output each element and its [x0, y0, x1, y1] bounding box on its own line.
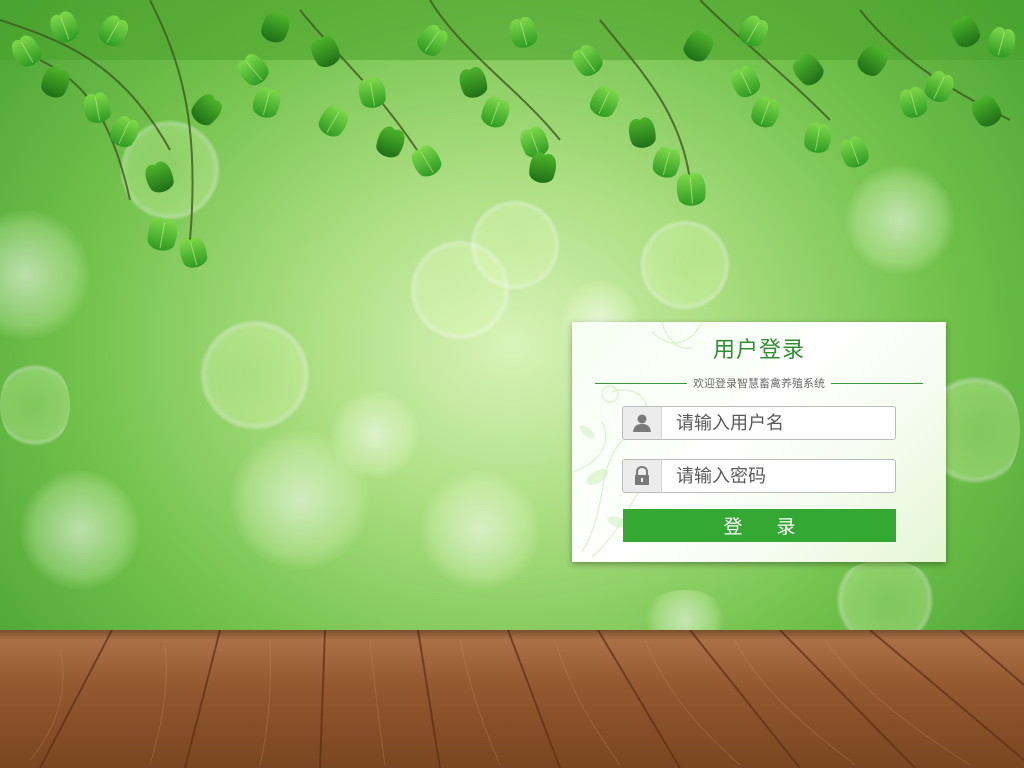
password-input[interactable] — [662, 461, 895, 491]
login-screen: 用户登录 欢迎登录智慧畜禽养殖系统 请输入用户名 登 录 — [0, 0, 1024, 768]
login-subtitle-row: 欢迎登录智慧畜禽养殖系统 — [595, 375, 923, 391]
username-input[interactable] — [662, 408, 895, 438]
login-title: 用户登录 — [712, 338, 805, 363]
login-subtitle: 欢迎登录智慧畜禽养殖系统 — [693, 377, 825, 390]
user-icon — [623, 407, 662, 439]
lock-icon — [623, 460, 662, 492]
login-button[interactable]: 登 录 — [623, 509, 896, 542]
foliage-decoration — [0, 0, 1024, 271]
divider-left — [595, 382, 687, 384]
wood-floor — [0, 630, 1024, 768]
divider-right — [831, 382, 923, 384]
password-field[interactable] — [622, 459, 896, 493]
login-panel: 用户登录 欢迎登录智慧畜禽养殖系统 请输入用户名 登 录 — [572, 322, 946, 562]
username-field[interactable] — [622, 406, 896, 440]
